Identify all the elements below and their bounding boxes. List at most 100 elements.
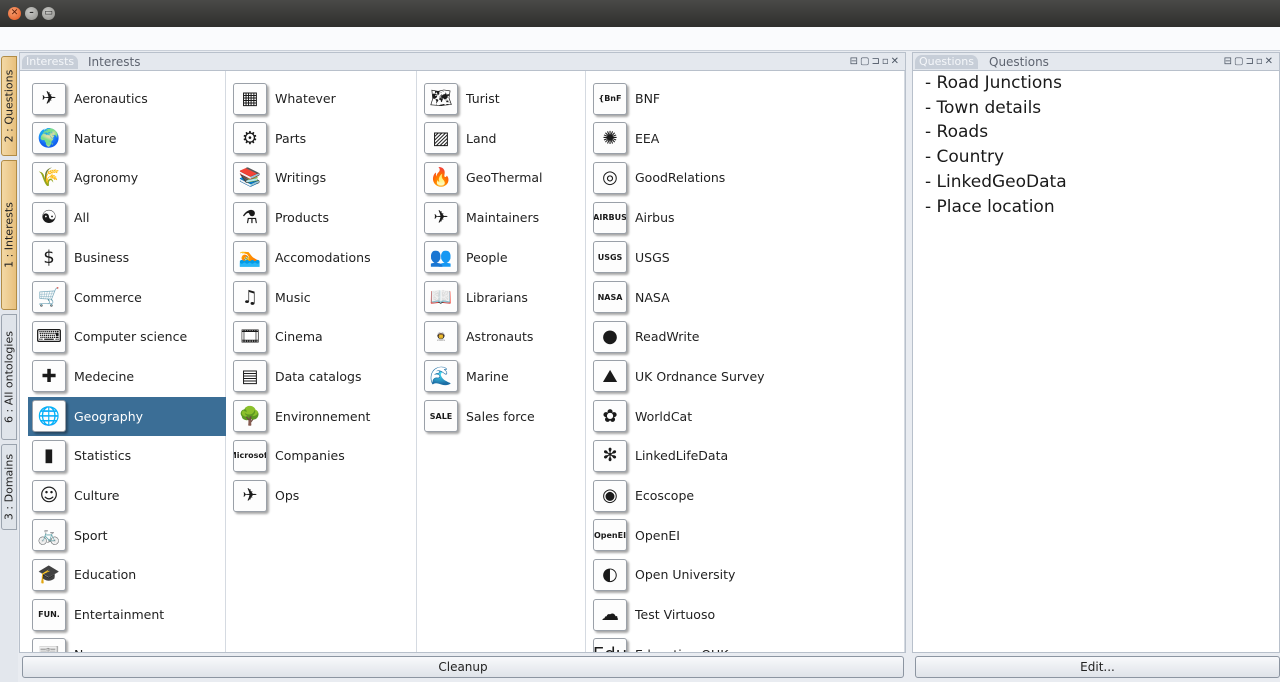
interest-item[interactable]: ⌨ Computer science — [28, 317, 226, 356]
pool-icon: 🏊 — [233, 241, 267, 274]
interest-item[interactable]: ☺ Culture — [28, 476, 226, 515]
interest-item[interactable]: AIRBUS Airbus — [589, 198, 889, 237]
interests-panel-tab[interactable]: Interests — [22, 55, 79, 69]
interest-item[interactable]: ▤ Data catalogs — [229, 357, 417, 396]
interest-item-label: People — [466, 249, 508, 265]
newspaper-icon: 📰 — [32, 638, 66, 652]
interest-item[interactable]: ◎ GoodRelations — [589, 158, 889, 197]
question-item[interactable]: - Country — [925, 147, 1004, 167]
interest-item[interactable]: 📚 Writings — [229, 158, 417, 197]
interest-item[interactable]: 🎞 Cinema — [229, 317, 417, 356]
interests-panel-header: Interests Interests ⊟▢⊐▫✕ — [19, 52, 906, 70]
scroll-up-arrow-icon[interactable]: ▲ — [905, 73, 906, 85]
interest-item[interactable]: 🔥 GeoThermal — [420, 158, 586, 197]
interest-item-label: Business — [74, 249, 130, 265]
interest-item-label: Cinema — [275, 329, 323, 345]
interest-item[interactable]: FUN. Entertainment — [28, 595, 226, 634]
interest-item[interactable]: 🛒 Commerce — [28, 278, 226, 317]
interest-item[interactable]: ✈ Ops — [229, 476, 417, 515]
side-tab-interests[interactable]: 1 : Interests — [1, 160, 17, 310]
interest-item[interactable]: 🗺 Turist — [420, 79, 586, 118]
interest-item[interactable]: ✿ WorldCat — [589, 397, 889, 436]
interest-item[interactable]: Microsoft Companies — [229, 436, 417, 475]
field-icon: 🌾 — [32, 161, 66, 194]
interest-item-label: GeoThermal — [466, 170, 543, 186]
interest-item[interactable]: 🌍 Nature — [28, 119, 226, 158]
interest-item[interactable]: ● ReadWrite — [589, 317, 889, 356]
plane-icon: ✈ — [424, 201, 458, 234]
toolbar-strip — [0, 27, 1280, 51]
interests-column: 🗺 Turist ▨ Land 🔥 GeoThermal ✈ Maintainers 👥 Peop… — [420, 71, 586, 652]
interest-item[interactable]: SALE Sales force — [420, 397, 586, 436]
side-tab-all-ontologies[interactable]: 6 : All ontologies — [1, 314, 17, 440]
interest-item-label: Statistics — [74, 448, 132, 464]
interest-item-label: All — [74, 210, 90, 226]
panel-window-controls[interactable]: ⊟▢⊐▫✕ — [850, 56, 901, 67]
fun-logo-icon: FUN. — [32, 598, 66, 631]
interest-item[interactable]: ✺ EEA — [589, 119, 889, 158]
question-item[interactable]: - LinkedGeoData — [925, 172, 1067, 192]
interest-item[interactable]: 👥 People — [420, 238, 586, 277]
side-tab-questions[interactable]: 2 : Questions — [1, 56, 17, 156]
interest-item[interactable]: 📖 Librarians — [420, 278, 586, 317]
interest-item[interactable]: {BnF BNF — [589, 79, 889, 118]
interest-item[interactable]: ♫ Music — [229, 278, 417, 317]
interest-item[interactable]: ▨ Land — [420, 119, 586, 158]
panel-window-controls[interactable]: ⊟▢⊐▫✕ — [1224, 56, 1275, 67]
interest-item[interactable]: 🌳 Environnement — [229, 397, 417, 436]
interest-item[interactable]: ◐ Open University — [589, 555, 889, 594]
interest-item-label: UK Ordnance Survey — [635, 368, 765, 384]
interest-item-label: Ops — [275, 488, 300, 503]
interest-item[interactable]: $ Business — [28, 238, 226, 277]
interest-item[interactable]: ▮ Statistics — [28, 436, 226, 475]
interest-item[interactable]: ▦ Whatever — [229, 79, 417, 118]
interest-item[interactable]: 🌐 Geography — [28, 396, 226, 436]
scroll-down-arrow-icon[interactable]: ▼ — [905, 638, 906, 650]
film-strip-icon: 🎞 — [233, 320, 267, 353]
interest-item[interactable]: ⚙ Parts — [229, 119, 417, 158]
interest-item[interactable]: 🚲 Sport — [28, 516, 226, 555]
question-item[interactable]: - Roads — [925, 122, 988, 142]
interest-item[interactable]: ✻ LinkedLifeData — [589, 436, 889, 475]
question-item[interactable]: - Town details — [925, 98, 1041, 118]
interest-item[interactable]: 👨‍🚀 Astronauts — [420, 317, 586, 356]
interest-item[interactable]: 🌊 Marine — [420, 357, 586, 396]
music-notes-icon: ♫ — [233, 281, 267, 313]
cleanup-button[interactable]: Cleanup — [22, 656, 904, 678]
interest-item-label: Agronomy — [74, 170, 139, 186]
interest-item[interactable]: NASA NASA — [589, 278, 889, 317]
interest-item[interactable]: ✈ Aeronautics — [28, 79, 226, 118]
interest-item[interactable]: USGS USGS — [589, 238, 889, 277]
interest-item-label: Parts — [275, 130, 307, 146]
interest-item[interactable]: OpenEI OpenEI — [589, 516, 889, 555]
interests-column: ✈ Aeronautics 🌍 Nature 🌾 Agronomy ☯ All $ Busines… — [28, 71, 226, 652]
interest-item[interactable]: ◉ Ecoscope — [589, 476, 889, 515]
portrait-icon: ☺ — [32, 479, 66, 512]
questions-panel-tab[interactable]: Questions — [915, 55, 978, 69]
side-tab-domains[interactable]: 3 : Domains — [1, 444, 17, 530]
question-item[interactable]: - Road Junctions — [925, 73, 1062, 93]
interest-item[interactable]: ✚ Medecine — [28, 357, 226, 396]
interest-item[interactable]: ☁ Test Virtuoso — [589, 595, 889, 634]
interest-item-label: BNF — [635, 91, 661, 106]
interest-item[interactable]: Edu Education OUK — [589, 635, 889, 652]
interest-item[interactable]: 🎓 Education — [28, 555, 226, 594]
interest-item[interactable]: ⛰ UK Ordnance Survey — [589, 357, 889, 396]
interest-item-label: Computer science — [74, 329, 188, 345]
eea-logo-icon: ✺ — [593, 122, 627, 155]
interest-item[interactable]: 🏊 Accomodations — [229, 238, 417, 277]
interests-vertical-scrollbar[interactable]: ▲ ▼ — [904, 71, 906, 652]
edit-button[interactable]: Edit... — [915, 656, 1280, 678]
minimize-window-button[interactable]: – — [25, 7, 38, 20]
maximize-window-button[interactable]: ▭ — [42, 7, 55, 20]
interest-item[interactable]: ⚗ Products — [229, 198, 417, 237]
interest-item[interactable]: 📰 News — [28, 635, 226, 652]
bnf-logo-icon: {BnF — [593, 82, 627, 115]
close-window-button[interactable]: ✕ — [8, 7, 21, 20]
interest-item[interactable]: ☯ All — [28, 198, 226, 237]
interest-item[interactable]: ✈ Maintainers — [420, 198, 586, 237]
question-item[interactable]: - Place location — [925, 197, 1055, 217]
uk-map-icon: ⛰ — [593, 360, 627, 393]
interest-item[interactable]: 🌾 Agronomy — [28, 158, 226, 197]
interest-item-label: Open University — [635, 567, 736, 583]
